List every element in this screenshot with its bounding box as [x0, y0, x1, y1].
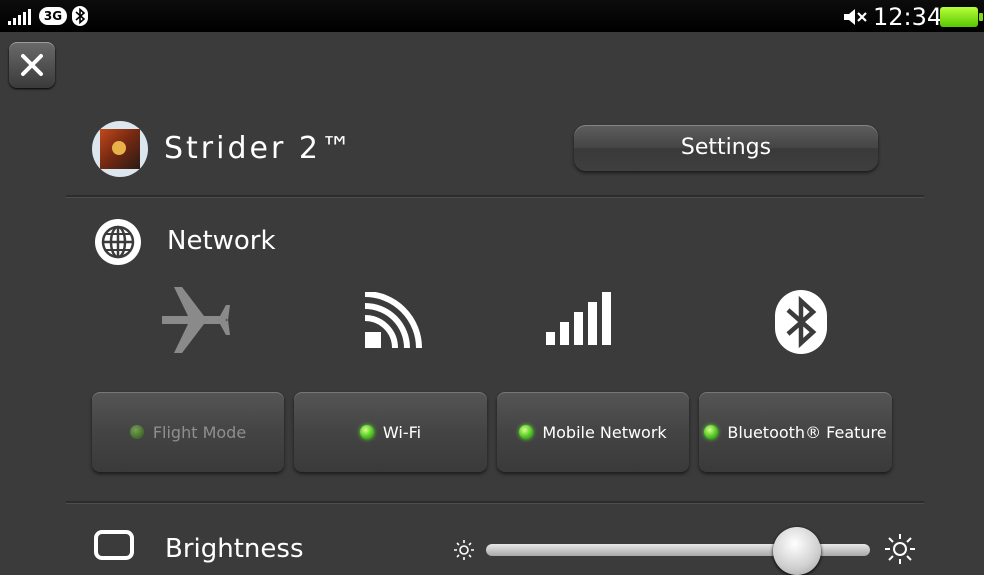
bluetooth-label: Bluetooth® Feature — [727, 422, 887, 442]
mobile-network-indicator — [519, 425, 534, 439]
flight-mode-label: Flight Mode — [152, 422, 247, 442]
3g-icon: 3G — [39, 7, 67, 25]
airplane-icon — [162, 287, 230, 353]
network-title: Network — [167, 226, 276, 256]
sun-small-icon — [454, 540, 474, 560]
mobile-network-toggle[interactable]: Mobile Network — [497, 392, 689, 472]
divider — [66, 195, 924, 198]
bluetooth-icon — [775, 290, 827, 354]
mobile-signal-icon — [546, 292, 611, 345]
mute-icon — [844, 9, 867, 25]
divider — [66, 501, 924, 504]
settings-button[interactable]: Settings — [574, 125, 878, 171]
brightness-title: Brightness — [165, 534, 304, 564]
bluetooth-toggle[interactable]: Bluetooth® Feature — [699, 392, 892, 472]
signal-icon — [8, 9, 31, 25]
status-bar: 3G 12:34 — [0, 0, 984, 32]
game-artwork — [100, 129, 140, 169]
close-icon — [21, 54, 43, 76]
game-thumbnail — [92, 121, 148, 177]
wifi-indicator — [359, 425, 374, 439]
globe-icon — [95, 219, 141, 265]
brightness-icon — [94, 530, 134, 560]
flight-mode-toggle[interactable]: Flight Mode — [92, 392, 284, 472]
close-button[interactable] — [9, 42, 55, 88]
game-title: Strider 2™ — [164, 131, 354, 166]
wifi-toggle[interactable]: Wi-Fi — [294, 392, 487, 472]
brightness-slider-thumb[interactable] — [773, 527, 822, 575]
bluetooth-status-icon — [72, 6, 88, 26]
bluetooth-indicator — [704, 425, 719, 439]
wifi-label: Wi-Fi — [382, 422, 422, 442]
battery-icon — [940, 7, 983, 27]
mobile-network-label: Mobile Network — [542, 422, 667, 442]
sun-large-icon — [885, 534, 915, 564]
clock: 12:34 — [873, 3, 943, 31]
flight-mode-indicator — [129, 425, 144, 439]
wifi-icon — [364, 292, 422, 349]
